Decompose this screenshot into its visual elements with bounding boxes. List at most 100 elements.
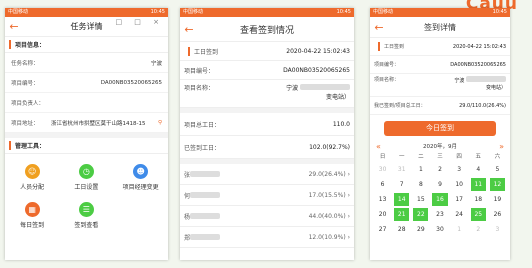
calendar-day[interactable]: 23: [430, 207, 449, 222]
calendar-day[interactable]: 4: [469, 162, 488, 177]
calendar-day[interactable]: 1: [450, 222, 469, 237]
calendar-day[interactable]: 3: [488, 222, 507, 237]
sign-in-today-button[interactable]: 今日签到: [384, 121, 496, 136]
status-bar: 中国移动 10:45: [370, 8, 510, 17]
calendar-day[interactable]: 8: [411, 177, 430, 192]
total-workday-row: 项目总工日： 110.0: [180, 113, 354, 136]
staff-row[interactable]: 何 17.0(15.5%) ›: [180, 185, 354, 206]
section-tools: 管理工具：: [5, 138, 168, 154]
redacted-text: [466, 76, 506, 82]
staff-row[interactable]: 张 29.0(26.4%) ›: [180, 164, 354, 185]
calendar-day[interactable]: 12: [488, 177, 507, 192]
calendar-day[interactable]: 31: [392, 162, 411, 177]
calendar-day[interactable]: 10: [450, 177, 469, 192]
calendar-day[interactable]: 14: [392, 192, 411, 207]
row-label: 工日签到: [194, 48, 219, 56]
calendar-day[interactable]: 1: [411, 162, 430, 177]
calendar-day[interactable]: 7: [392, 177, 411, 192]
task-detail-screen: 中国移动 10:45 □ □ × ← 任务详情 项目信息： 任务名称： 宁波 项…: [5, 8, 168, 260]
carrier: 中国移动: [373, 9, 394, 15]
calendar-day[interactable]: 2: [469, 222, 488, 237]
tool-assign-staff[interactable]: ☺ 人员分配: [5, 158, 59, 196]
calendar-day[interactable]: 15: [411, 192, 430, 207]
staff-row[interactable]: 杨 44.0(40.0%) ›: [180, 206, 354, 227]
chevron-right-icon: ›: [347, 212, 350, 220]
carrier: 中国移动: [183, 9, 204, 15]
calendar-day[interactable]: 24: [450, 207, 469, 222]
signin-overview-screen: 中国移动 10:45 ← 查看签到情况 工日签到 2020-04-22 15:0…: [180, 8, 354, 260]
tool-change-manager[interactable]: ☻ 项目经理变更: [114, 158, 168, 196]
calendar-day[interactable]: 26: [488, 207, 507, 222]
project-no-row: 项目编号： DA00NB03520065265: [370, 56, 510, 74]
back-arrow-icon[interactable]: ←: [5, 20, 23, 33]
page-title: 签到详情: [424, 22, 456, 32]
tool-label: 签到查看: [74, 221, 99, 229]
calendar-day[interactable]: 2: [430, 162, 449, 177]
back-arrow-icon[interactable]: ←: [370, 21, 388, 34]
clock: 10:45: [150, 9, 165, 15]
tool-label: 项目经理变更: [122, 183, 159, 191]
info-row-project-no: 项目编号： DA00NB03520065265: [5, 73, 168, 93]
row-value: DA00NB03520065265: [450, 61, 506, 68]
header: ← 签到详情: [370, 17, 510, 38]
calendar-day[interactable]: 6: [373, 177, 392, 192]
calendar-day[interactable]: 18: [469, 192, 488, 207]
calendar-day[interactable]: 27: [373, 222, 392, 237]
redacted-text: [190, 191, 221, 198]
calendar-day[interactable]: 11: [469, 177, 488, 192]
section-project-info: 项目信息：: [5, 37, 168, 53]
calendar-day[interactable]: 17: [450, 192, 469, 207]
weekday-label: 五: [475, 154, 482, 160]
calendar-day[interactable]: 9: [430, 177, 449, 192]
tool-label: 每日签到: [20, 221, 45, 229]
row-value: DA00NB03520065265: [100, 79, 162, 86]
row-value: 浙江省杭州市拱墅区莫干山路1418-15: [51, 120, 146, 127]
row-label: 项目名称：: [184, 85, 215, 92]
calendar-day[interactable]: 16: [430, 192, 449, 207]
weekday-label: 三: [437, 154, 443, 160]
project-name-suffix: 变电站）: [485, 85, 506, 91]
calendar-day[interactable]: 29: [411, 222, 430, 237]
calendar-day[interactable]: 13: [373, 192, 392, 207]
calendar-day[interactable]: 30: [430, 222, 449, 237]
calendar-day[interactable]: 30: [373, 162, 392, 177]
calendar-day[interactable]: 28: [392, 222, 411, 237]
info-row-manager: 项目负责人：: [5, 93, 168, 113]
row-label: 项目编号：: [374, 62, 400, 68]
back-arrow-icon[interactable]: ←: [180, 23, 198, 36]
person-icon: ☺: [24, 163, 40, 179]
next-month-icon[interactable]: »: [499, 142, 504, 151]
tool-workday-settings[interactable]: ◷ 工日设置: [59, 158, 113, 196]
location-pin-icon[interactable]: ⚲: [158, 120, 162, 126]
calendar-day[interactable]: 21: [392, 207, 411, 222]
calendar-day[interactable]: 25: [469, 207, 488, 222]
user-icon: ☻: [133, 163, 149, 179]
document-icon: ☰: [78, 201, 94, 217]
info-row-address[interactable]: 项目地址： 浙江省杭州市拱墅区莫干山路1418-15 ⚲: [5, 113, 168, 133]
staff-row[interactable]: 郑 12.0(10.9%) ›: [180, 227, 354, 248]
clock: 10:45: [336, 9, 351, 15]
clock-icon: ◷: [78, 163, 94, 179]
signin-detail-screen: 中国移动 10:45 ← 签到详情 工日签到 2020-04-22 15:02:…: [370, 8, 510, 260]
signed-workday-row: 已签到工日： 102.0(92.7%): [180, 136, 354, 159]
prev-month-icon[interactable]: «: [376, 142, 381, 151]
tool-view-signin[interactable]: ☰ 签到查看: [59, 196, 113, 234]
row-label: 工日签到: [384, 44, 405, 50]
tool-daily-signin[interactable]: ▦ 每日签到: [5, 196, 59, 234]
row-value: DA00NB03520065265: [283, 66, 350, 74]
chevron-right-icon: ›: [347, 233, 350, 241]
workday-signin-row: 工日签到 2020-04-22 15:02:43: [180, 42, 354, 61]
row-label: 我已签到/项目总工日：: [374, 103, 426, 109]
calendar-day[interactable]: 19: [488, 192, 507, 207]
calendar-day[interactable]: 5: [488, 162, 507, 177]
calendar-day[interactable]: 22: [411, 207, 430, 222]
status-bar: 中国移动 10:45: [180, 8, 354, 17]
window-controls[interactable]: □ □ ×: [115, 18, 164, 26]
calendar-day[interactable]: 3: [450, 162, 469, 177]
redacted-text: [190, 212, 221, 219]
row-value: 102.0(92.7%): [309, 143, 350, 151]
project-name-row: 项目名称： 宁波 变电站）: [370, 74, 510, 97]
row-value: 110.0: [332, 120, 350, 128]
ratio-row: 我已签到/项目总工日： 29.0/110.0(26.4%): [370, 97, 510, 115]
calendar-day[interactable]: 20: [373, 207, 392, 222]
